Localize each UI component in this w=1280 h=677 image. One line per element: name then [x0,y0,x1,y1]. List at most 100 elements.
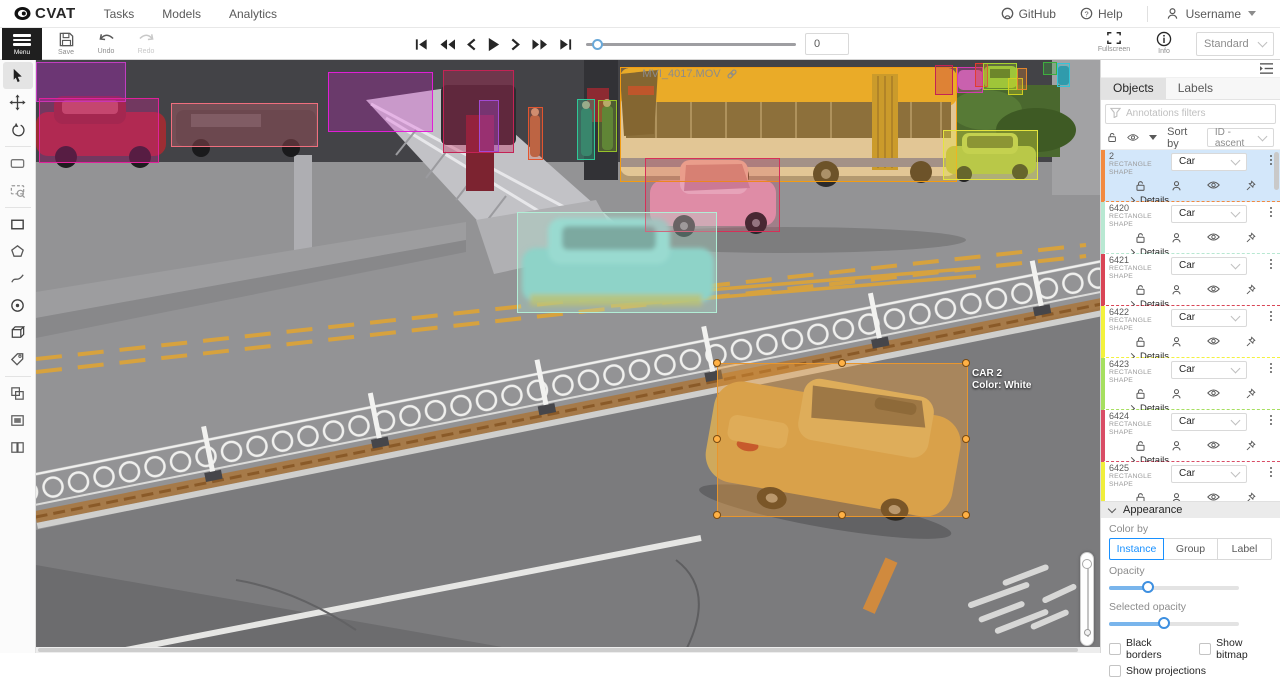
zoom-slider-handle[interactable] [1082,559,1092,569]
workspace-select[interactable]: Standard [1196,32,1274,56]
help-link[interactable]: ? Help [1080,7,1123,21]
occluded-icon[interactable] [1171,180,1182,192]
opacity-slider[interactable] [1109,581,1239,593]
annotation-box[interactable] [528,107,543,160]
pin-icon[interactable] [1245,284,1256,296]
resize-handle[interactable] [962,511,970,519]
hide-all-icon[interactable] [1127,132,1139,143]
annotation-box[interactable] [1017,68,1027,90]
frame-slider-handle[interactable] [592,39,603,50]
more-actions-icon[interactable] [1268,256,1275,273]
tool-select-region[interactable] [3,177,33,204]
hide-icon[interactable] [1207,284,1220,296]
object-list-item[interactable]: 6422 RECTANGLE SHAPE Car [1101,306,1280,358]
forward-button[interactable] [530,37,549,52]
object-label-select[interactable]: Car [1171,309,1247,327]
user-menu[interactable]: Username [1166,7,1256,21]
resize-handle[interactable] [838,359,846,367]
pin-icon[interactable] [1245,336,1256,348]
annotations-filter-input[interactable] [1105,104,1276,124]
tab-objects[interactable]: Objects [1101,78,1166,99]
lock-icon[interactable] [1135,232,1146,244]
first-frame-button[interactable] [414,37,429,52]
occluded-icon[interactable] [1171,492,1182,501]
play-button[interactable] [486,36,501,53]
save-button[interactable]: Save [48,29,84,60]
tool-group[interactable] [3,407,33,434]
pin-icon[interactable] [1245,180,1256,192]
object-list-item[interactable]: 2 RECTANGLE SHAPE Car [1101,150,1280,202]
tool-draw-cuboid[interactable] [3,319,33,346]
tool-rotate[interactable] [3,116,33,143]
backward-button[interactable] [438,37,457,52]
hide-icon[interactable] [1207,232,1220,244]
appearance-header[interactable]: Appearance [1101,502,1280,518]
sort-select[interactable]: ID - ascent [1207,128,1274,147]
tool-fit-image[interactable] [3,150,33,177]
pin-icon[interactable] [1245,492,1256,501]
show-projections-checkbox[interactable]: Show projections [1109,665,1206,677]
more-actions-icon[interactable] [1268,464,1275,481]
occluded-icon[interactable] [1171,336,1182,348]
color-by-label-option[interactable]: Label [1217,538,1272,560]
hide-icon[interactable] [1207,180,1220,192]
annotation-box-selected[interactable] [717,363,968,517]
resize-handle[interactable] [713,511,721,519]
tool-draw-points[interactable] [3,292,33,319]
object-list-item[interactable]: 6423 RECTANGLE SHAPE Car [1101,358,1280,410]
info-button[interactable]: Info [1146,29,1182,60]
object-label-select[interactable]: Car [1171,361,1247,379]
tool-cursor[interactable] [3,62,33,89]
more-actions-icon[interactable] [1268,412,1275,429]
lock-all-icon[interactable] [1107,131,1117,144]
annotation-box[interactable] [935,65,953,95]
collapse-sidebar-icon[interactable] [1259,62,1274,75]
annotation-box[interactable] [479,100,499,152]
annotation-box[interactable] [328,72,433,132]
fullscreen-button[interactable]: Fullscreen [1096,29,1132,60]
tool-setup-tag[interactable] [3,346,33,373]
next-frame-button[interactable] [510,37,521,52]
objects-list-scrollbar[interactable] [1274,152,1279,190]
annotation-box[interactable] [943,130,1038,180]
object-label-select[interactable]: Car [1171,153,1247,171]
canvas-horizontal-scrollbar[interactable] [36,647,1100,653]
object-list-item[interactable]: 6424 RECTANGLE SHAPE Car [1101,410,1280,462]
resize-handle[interactable] [713,359,721,367]
object-label-select[interactable]: Car [1171,205,1247,223]
resize-handle[interactable] [962,359,970,367]
resize-handle[interactable] [713,435,721,443]
annotation-box[interactable] [577,99,595,160]
annotation-canvas[interactable]: CAR 2 Color: White [36,60,1100,653]
pin-icon[interactable] [1245,440,1256,452]
more-actions-icon[interactable] [1268,360,1275,377]
object-list-item[interactable]: 6420 RECTANGLE SHAPE Car [1101,202,1280,254]
color-by-group[interactable]: Group [1163,538,1218,560]
annotation-box[interactable] [1043,62,1057,75]
pin-icon[interactable] [1245,232,1256,244]
annotation-box[interactable] [36,62,126,102]
black-borders-checkbox[interactable]: Black borders [1109,637,1185,661]
more-actions-icon[interactable] [1268,204,1275,221]
link-icon[interactable] [726,68,738,80]
lock-icon[interactable] [1135,388,1146,400]
tool-move[interactable] [3,89,33,116]
tool-split[interactable] [3,434,33,461]
frame-number-input[interactable] [805,33,849,55]
hide-icon[interactable] [1207,492,1220,501]
menu-button[interactable]: Menu [2,28,42,60]
object-label-select[interactable]: Car [1171,257,1247,275]
tab-labels[interactable]: Labels [1166,78,1225,99]
tool-draw-polygon[interactable] [3,238,33,265]
resize-handle[interactable] [838,511,846,519]
cvat-logo[interactable]: CVAT [14,5,76,22]
tool-merge[interactable] [3,380,33,407]
object-label-select[interactable]: Car [1171,413,1247,431]
nav-models[interactable]: Models [162,7,201,21]
annotation-box[interactable] [1057,63,1070,87]
annotation-box[interactable] [171,103,318,147]
nav-tasks[interactable]: Tasks [104,7,135,21]
zoom-plus-icon[interactable] [1084,629,1091,636]
object-list-item[interactable]: 6425 RECTANGLE SHAPE Car [1101,462,1280,501]
hide-icon[interactable] [1207,388,1220,400]
